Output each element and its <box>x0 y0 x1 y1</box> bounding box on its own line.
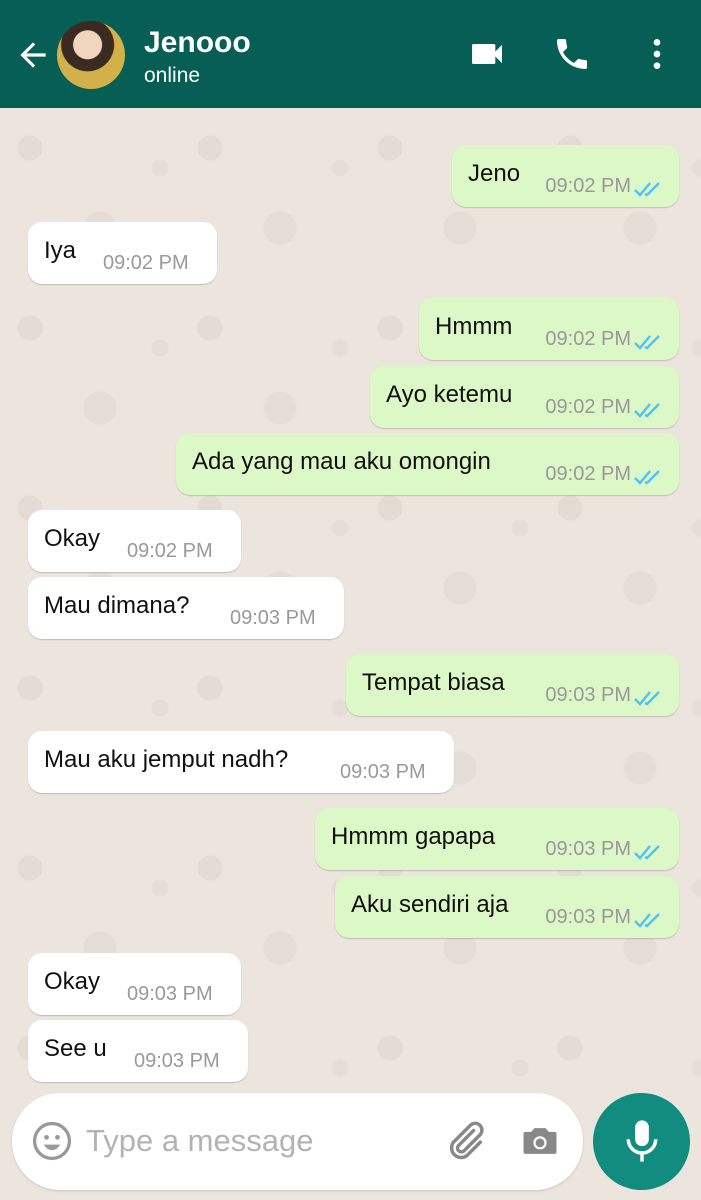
arrow-left-icon[interactable] <box>14 36 52 74</box>
message-text: Mau aku jemput nadh? <box>44 746 289 773</box>
message-outgoing[interactable]: Hmmm 09:02 PM <box>419 298 679 360</box>
message-incoming[interactable]: Mau dimana? 09:03 PM <box>28 577 344 639</box>
message-text: Iya <box>44 237 77 264</box>
message-text: Mau dimana? <box>44 592 190 619</box>
message-incoming[interactable]: Okay 09:03 PM <box>28 953 241 1015</box>
voice-record-button[interactable] <box>593 1093 690 1190</box>
message-outgoing[interactable]: Hmmm gapapa 09:03 PM <box>315 808 679 870</box>
video-call-icon[interactable] <box>467 34 507 74</box>
message-time: 09:02 PM <box>545 175 631 197</box>
contact-name[interactable]: Jenooo <box>144 26 251 60</box>
message-outgoing[interactable]: Aku sendiri aja 09:03 PM <box>335 876 679 938</box>
paperclip-icon[interactable] <box>442 1118 488 1164</box>
contact-status: online <box>144 64 201 87</box>
message-text: See u <box>44 1035 107 1062</box>
chat-header: Jenooo online <box>0 0 701 108</box>
message-time: 09:03 PM <box>230 607 316 629</box>
message-time: 09:03 PM <box>545 838 631 860</box>
read-receipt-icon <box>634 182 660 197</box>
message-time: 09:02 PM <box>127 540 213 562</box>
message-time: 09:03 PM <box>127 983 213 1005</box>
read-receipt-icon <box>634 845 660 860</box>
camera-icon[interactable] <box>517 1119 563 1163</box>
message-time: 09:03 PM <box>134 1050 220 1072</box>
message-input[interactable]: Type a message <box>86 1123 313 1159</box>
message-incoming[interactable]: Iya 09:02 PM <box>28 222 217 284</box>
read-receipt-icon <box>634 691 660 706</box>
message-outgoing[interactable]: Tempat biasa 09:03 PM <box>346 654 679 716</box>
message-time: 09:03 PM <box>545 684 631 706</box>
message-incoming[interactable]: Okay 09:02 PM <box>28 510 241 572</box>
message-outgoing[interactable]: Jeno 09:02 PM <box>452 145 679 207</box>
microphone-icon <box>626 1120 658 1162</box>
message-time: 09:02 PM <box>545 396 631 418</box>
message-text: Ada yang mau aku omongin <box>192 448 491 475</box>
message-time: 09:02 PM <box>103 252 189 274</box>
message-time: 09:02 PM <box>545 328 631 350</box>
message-time: 09:03 PM <box>340 761 426 783</box>
message-incoming[interactable]: See u 09:03 PM <box>28 1020 248 1082</box>
message-text: Okay <box>44 525 101 552</box>
message-composer[interactable]: Type a message <box>12 1093 583 1190</box>
read-receipt-icon <box>634 913 660 928</box>
emoji-icon[interactable] <box>30 1119 74 1163</box>
message-outgoing[interactable]: Ada yang mau aku omongin 09:02 PM <box>176 433 679 495</box>
message-text: Hmmm <box>435 313 513 340</box>
read-receipt-icon <box>634 335 660 350</box>
message-text: Okay <box>44 968 101 995</box>
message-outgoing[interactable]: Ayo ketemu 09:02 PM <box>370 366 679 428</box>
message-text: Tempat biasa <box>362 669 505 696</box>
message-text: Hmmm gapapa <box>331 823 496 850</box>
read-receipt-icon <box>634 403 660 418</box>
message-text: Aku sendiri aja <box>351 891 509 918</box>
message-time: 09:03 PM <box>545 906 631 928</box>
read-receipt-icon <box>634 470 660 485</box>
message-time: 09:02 PM <box>545 463 631 485</box>
message-incoming[interactable]: Mau aku jemput nadh? 09:03 PM <box>28 731 454 793</box>
phone-icon[interactable] <box>552 34 592 74</box>
more-vertical-icon[interactable] <box>637 34 677 74</box>
avatar[interactable] <box>57 21 125 89</box>
message-text: Ayo ketemu <box>386 381 513 408</box>
message-text: Jeno <box>468 160 521 187</box>
